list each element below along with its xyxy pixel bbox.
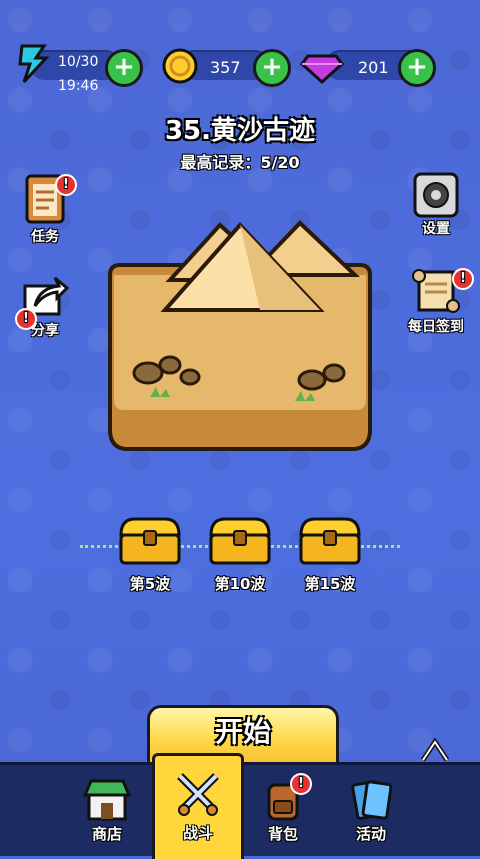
wave-reward-track: 第5波 第10波 第15波 — [0, 515, 480, 605]
settings-button[interactable]: 设置 — [396, 172, 476, 238]
settings-label: 设置 — [422, 221, 450, 237]
task-label: 任务 — [31, 229, 59, 245]
coin-count: 357 — [210, 58, 241, 77]
add-gems-button[interactable]: + — [398, 49, 436, 87]
bag-alert-badge: ! — [290, 773, 312, 795]
crossed-swords-icon — [177, 773, 219, 816]
gem-count: 201 — [358, 58, 389, 77]
nav-shop-label: 商店 — [91, 825, 122, 843]
treasure-chest-icon — [299, 517, 361, 565]
share-button[interactable]: ! 分享 — [5, 272, 85, 340]
nav-battle-label: 战斗 — [182, 824, 213, 842]
expand-arrow-icon[interactable] — [420, 738, 450, 764]
reward-label: 第15波 — [304, 575, 356, 593]
energy-count: 10/30 — [58, 54, 99, 70]
share-alert-badge: ! — [15, 308, 37, 330]
daily-signin-label: 每日签到 — [408, 319, 464, 335]
reward-chest-wave-15[interactable]: 第15波 — [295, 515, 365, 594]
task-alert-badge: ! — [55, 174, 77, 196]
share-label: 分享 — [31, 323, 59, 339]
lightning-icon — [18, 44, 50, 84]
nav-battle[interactable]: 战斗 — [152, 753, 244, 859]
reward-chest-wave-5[interactable]: 第5波 — [115, 515, 185, 594]
nav-bag-label: 背包 — [267, 825, 298, 843]
bottom-nav: 商店 战斗 ! 背包 活动 — [0, 753, 480, 859]
signin-alert-badge: ! — [452, 268, 474, 290]
reward-label: 第10波 — [214, 575, 266, 593]
add-coins-button[interactable]: + — [253, 49, 291, 87]
resource-bar: 10/30 19:46 + 357 + 201 + — [0, 40, 480, 100]
treasure-chest-icon — [119, 517, 181, 565]
energy-timer: 19:46 — [58, 78, 99, 94]
gem-icon — [300, 54, 344, 84]
treasure-chest-icon — [209, 517, 271, 565]
cards-icon — [351, 780, 393, 820]
add-energy-button[interactable]: + — [105, 49, 143, 87]
nav-bag[interactable]: ! 背包 — [240, 765, 326, 856]
nav-shop[interactable]: 商店 — [64, 765, 150, 856]
nav-activity-label: 活动 — [355, 825, 386, 843]
gear-icon — [413, 172, 459, 218]
daily-signin-button[interactable]: ! 每日签到 — [396, 266, 476, 336]
shop-icon — [83, 779, 131, 821]
level-title: 35.黄沙古迹 — [164, 116, 316, 146]
task-button[interactable]: ! 任务 — [5, 170, 85, 246]
level-island-illustration — [108, 220, 372, 451]
coin-icon — [162, 48, 198, 84]
reward-chest-wave-10[interactable]: 第10波 — [205, 515, 275, 594]
reward-label: 第5波 — [129, 575, 171, 593]
nav-activity[interactable]: 活动 — [328, 765, 414, 856]
